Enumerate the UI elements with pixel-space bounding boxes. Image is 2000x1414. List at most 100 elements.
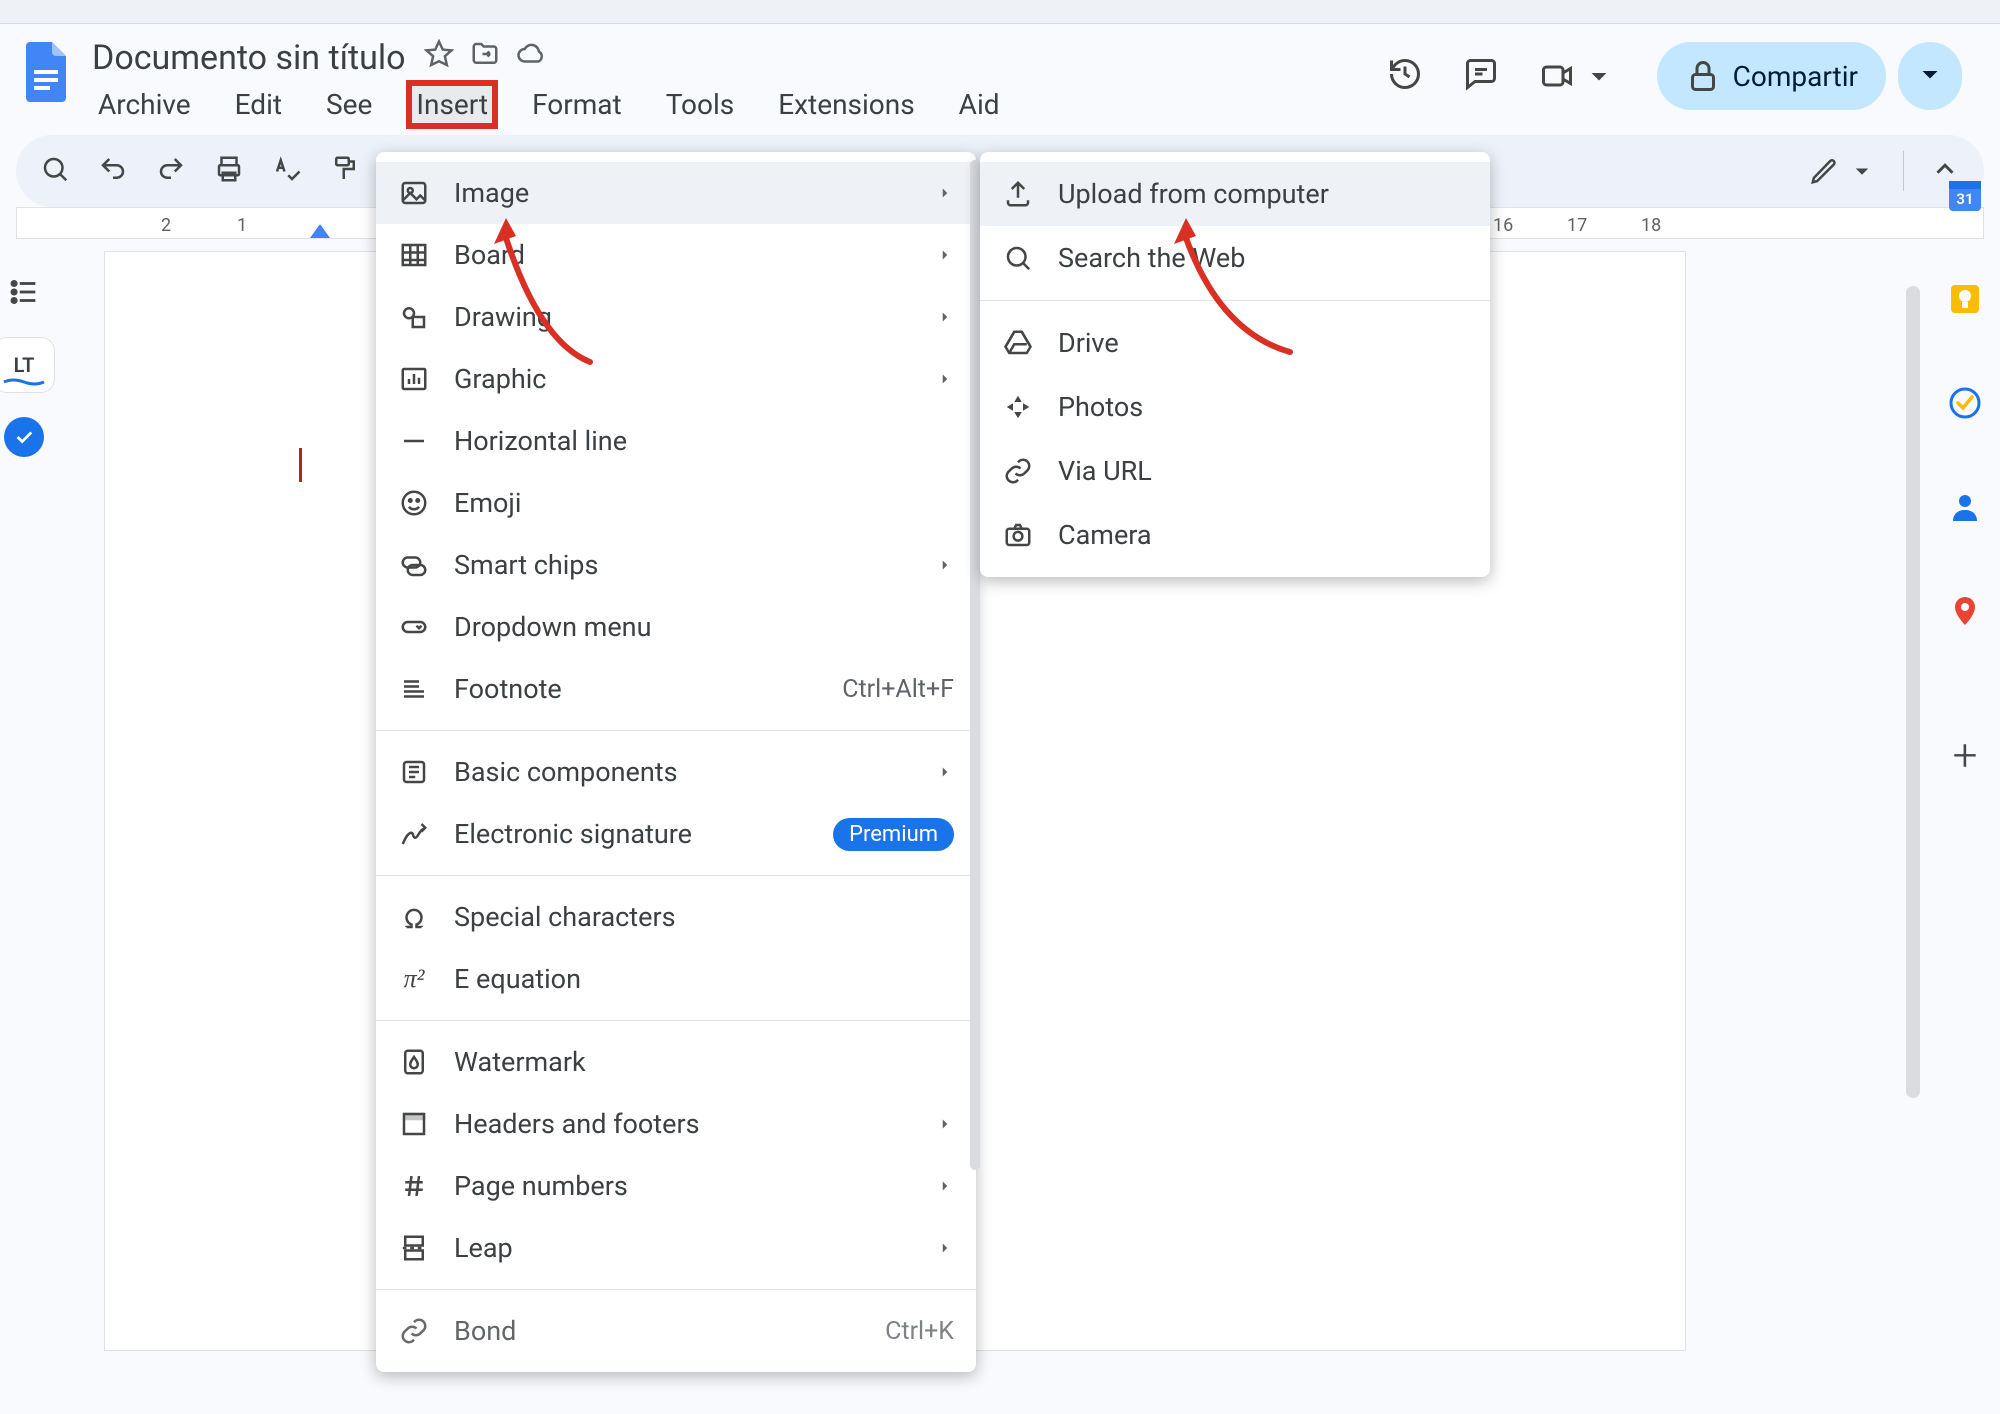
paint-format-icon[interactable] [330, 154, 360, 188]
photos-icon [1002, 392, 1034, 422]
header: Documento sin título Archive Edit See In… [0, 24, 2000, 125]
print-icon[interactable] [214, 154, 244, 188]
check-badge[interactable] [4, 417, 44, 457]
maps-icon[interactable] [1944, 590, 1986, 632]
lt-badge[interactable]: LT [0, 337, 55, 393]
horizontal-line-icon [398, 426, 430, 456]
insert-bond[interactable]: Bond Ctrl+K [376, 1300, 976, 1362]
tasks-icon[interactable] [1944, 382, 1986, 424]
submenu-arrow-icon [936, 177, 954, 209]
insert-dropdown-menu[interactable]: Dropdown menu [376, 596, 976, 658]
text-cursor [299, 448, 302, 482]
image-photos[interactable]: Photos [980, 375, 1490, 439]
insert-headers-footers[interactable]: Headers and footers [376, 1093, 976, 1155]
redo-icon[interactable] [156, 154, 186, 188]
left-gutter: LT [0, 245, 48, 1351]
insert-dropdown: Image Board Drawing Graphic Horizontal l… [376, 152, 976, 1372]
headers-icon [398, 1109, 430, 1139]
insert-board[interactable]: Board [376, 224, 976, 286]
insert-drawing[interactable]: Drawing [376, 286, 976, 348]
page-scrollbar[interactable] [1906, 286, 1920, 1098]
insert-horizontal-line[interactable]: Horizontal line [376, 410, 976, 472]
outline-icon[interactable] [7, 275, 41, 313]
menu-separator [376, 1289, 976, 1290]
insert-emoji[interactable]: Emoji [376, 472, 976, 534]
insert-basic-components[interactable]: Basic components [376, 741, 976, 803]
search-icon [1002, 243, 1034, 273]
insert-equation[interactable]: π² E equation [376, 948, 976, 1010]
document-title[interactable]: Documento sin título [92, 38, 406, 78]
menu-separator [376, 1020, 976, 1021]
shortcut-label: Ctrl+Alt+F [842, 675, 954, 704]
star-icon[interactable] [424, 38, 454, 78]
edit-mode-icon[interactable] [1809, 156, 1877, 186]
smart-chips-icon [398, 550, 430, 580]
table-icon [398, 240, 430, 270]
menu-separator [376, 730, 976, 731]
submenu-arrow-icon [936, 239, 954, 271]
docs-logo[interactable] [18, 34, 74, 110]
emoji-icon [398, 488, 430, 518]
insert-smart-chips[interactable]: Smart chips [376, 534, 976, 596]
dropdown-icon [398, 612, 430, 642]
image-upload-from-computer[interactable]: Upload from computer [980, 162, 1490, 226]
insert-leap[interactable]: Leap [376, 1217, 976, 1279]
spellcheck-icon[interactable] [272, 154, 302, 188]
menu-bar: Archive Edit See Insert Format Tools Ext… [92, 84, 1006, 125]
comments-icon[interactable] [1463, 56, 1499, 96]
keep-icon[interactable] [1944, 278, 1986, 320]
submenu-arrow-icon [936, 1170, 954, 1202]
menu-archive[interactable]: Archive [92, 84, 197, 125]
insert-footnote[interactable]: Footnote Ctrl+Alt+F [376, 658, 976, 720]
menu-see[interactable]: See [320, 84, 378, 125]
undo-icon[interactable] [98, 154, 128, 188]
insert-watermark[interactable]: Watermark [376, 1031, 976, 1093]
signature-icon [398, 819, 430, 849]
ruler-indent-marker[interactable] [310, 224, 330, 238]
share-button[interactable]: Compartir [1657, 42, 1886, 110]
svg-text:31: 31 [1956, 190, 1973, 208]
insert-page-numbers[interactable]: Page numbers [376, 1155, 976, 1217]
search-icon[interactable] [40, 154, 70, 188]
hash-icon [398, 1171, 430, 1201]
equation-icon: π² [398, 964, 430, 994]
header-right-controls: Compartir [1387, 42, 1982, 110]
menu-format[interactable]: Format [526, 84, 628, 125]
watermark-icon [398, 1047, 430, 1077]
insert-image[interactable]: Image [376, 162, 976, 224]
toolbar-separator [1903, 151, 1904, 191]
submenu-arrow-icon [936, 363, 954, 395]
drive-icon [1002, 328, 1034, 358]
menu-tools[interactable]: Tools [660, 84, 741, 125]
submenu-arrow-icon [936, 549, 954, 581]
share-dropdown-icon[interactable] [1898, 42, 1962, 110]
dropdown-scrollbar[interactable] [970, 160, 980, 1170]
image-search-web[interactable]: Search the Web [980, 226, 1490, 290]
history-icon[interactable] [1387, 56, 1423, 96]
insert-special-characters[interactable]: Special characters [376, 886, 976, 948]
insert-graphic[interactable]: Graphic [376, 348, 976, 410]
contacts-icon[interactable] [1944, 486, 1986, 528]
calendar-icon[interactable]: 31 [1944, 174, 1986, 216]
image-icon [398, 178, 430, 208]
page-break-icon [398, 1233, 430, 1263]
shortcut-label: Ctrl+K [885, 1317, 954, 1346]
link-icon [398, 1316, 430, 1346]
menu-insert[interactable]: Insert [410, 84, 494, 125]
menu-extensions[interactable]: Extensions [772, 84, 920, 125]
image-camera[interactable]: Camera [980, 503, 1490, 567]
cloud-status-icon[interactable] [516, 38, 546, 78]
menu-separator [376, 875, 976, 876]
chart-icon [398, 364, 430, 394]
menu-edit[interactable]: Edit [229, 84, 288, 125]
move-folder-icon[interactable] [470, 38, 500, 78]
insert-electronic-signature[interactable]: Electronic signature Premium [376, 803, 976, 865]
image-via-url[interactable]: Via URL [980, 439, 1490, 503]
menu-aid[interactable]: Aid [953, 84, 1006, 125]
image-drive[interactable]: Drive [980, 311, 1490, 375]
link-icon [1002, 456, 1034, 486]
meet-icon[interactable] [1539, 58, 1617, 94]
omega-icon [398, 902, 430, 932]
submenu-arrow-icon [936, 301, 954, 333]
add-addon-icon[interactable]: + [1953, 729, 1978, 781]
